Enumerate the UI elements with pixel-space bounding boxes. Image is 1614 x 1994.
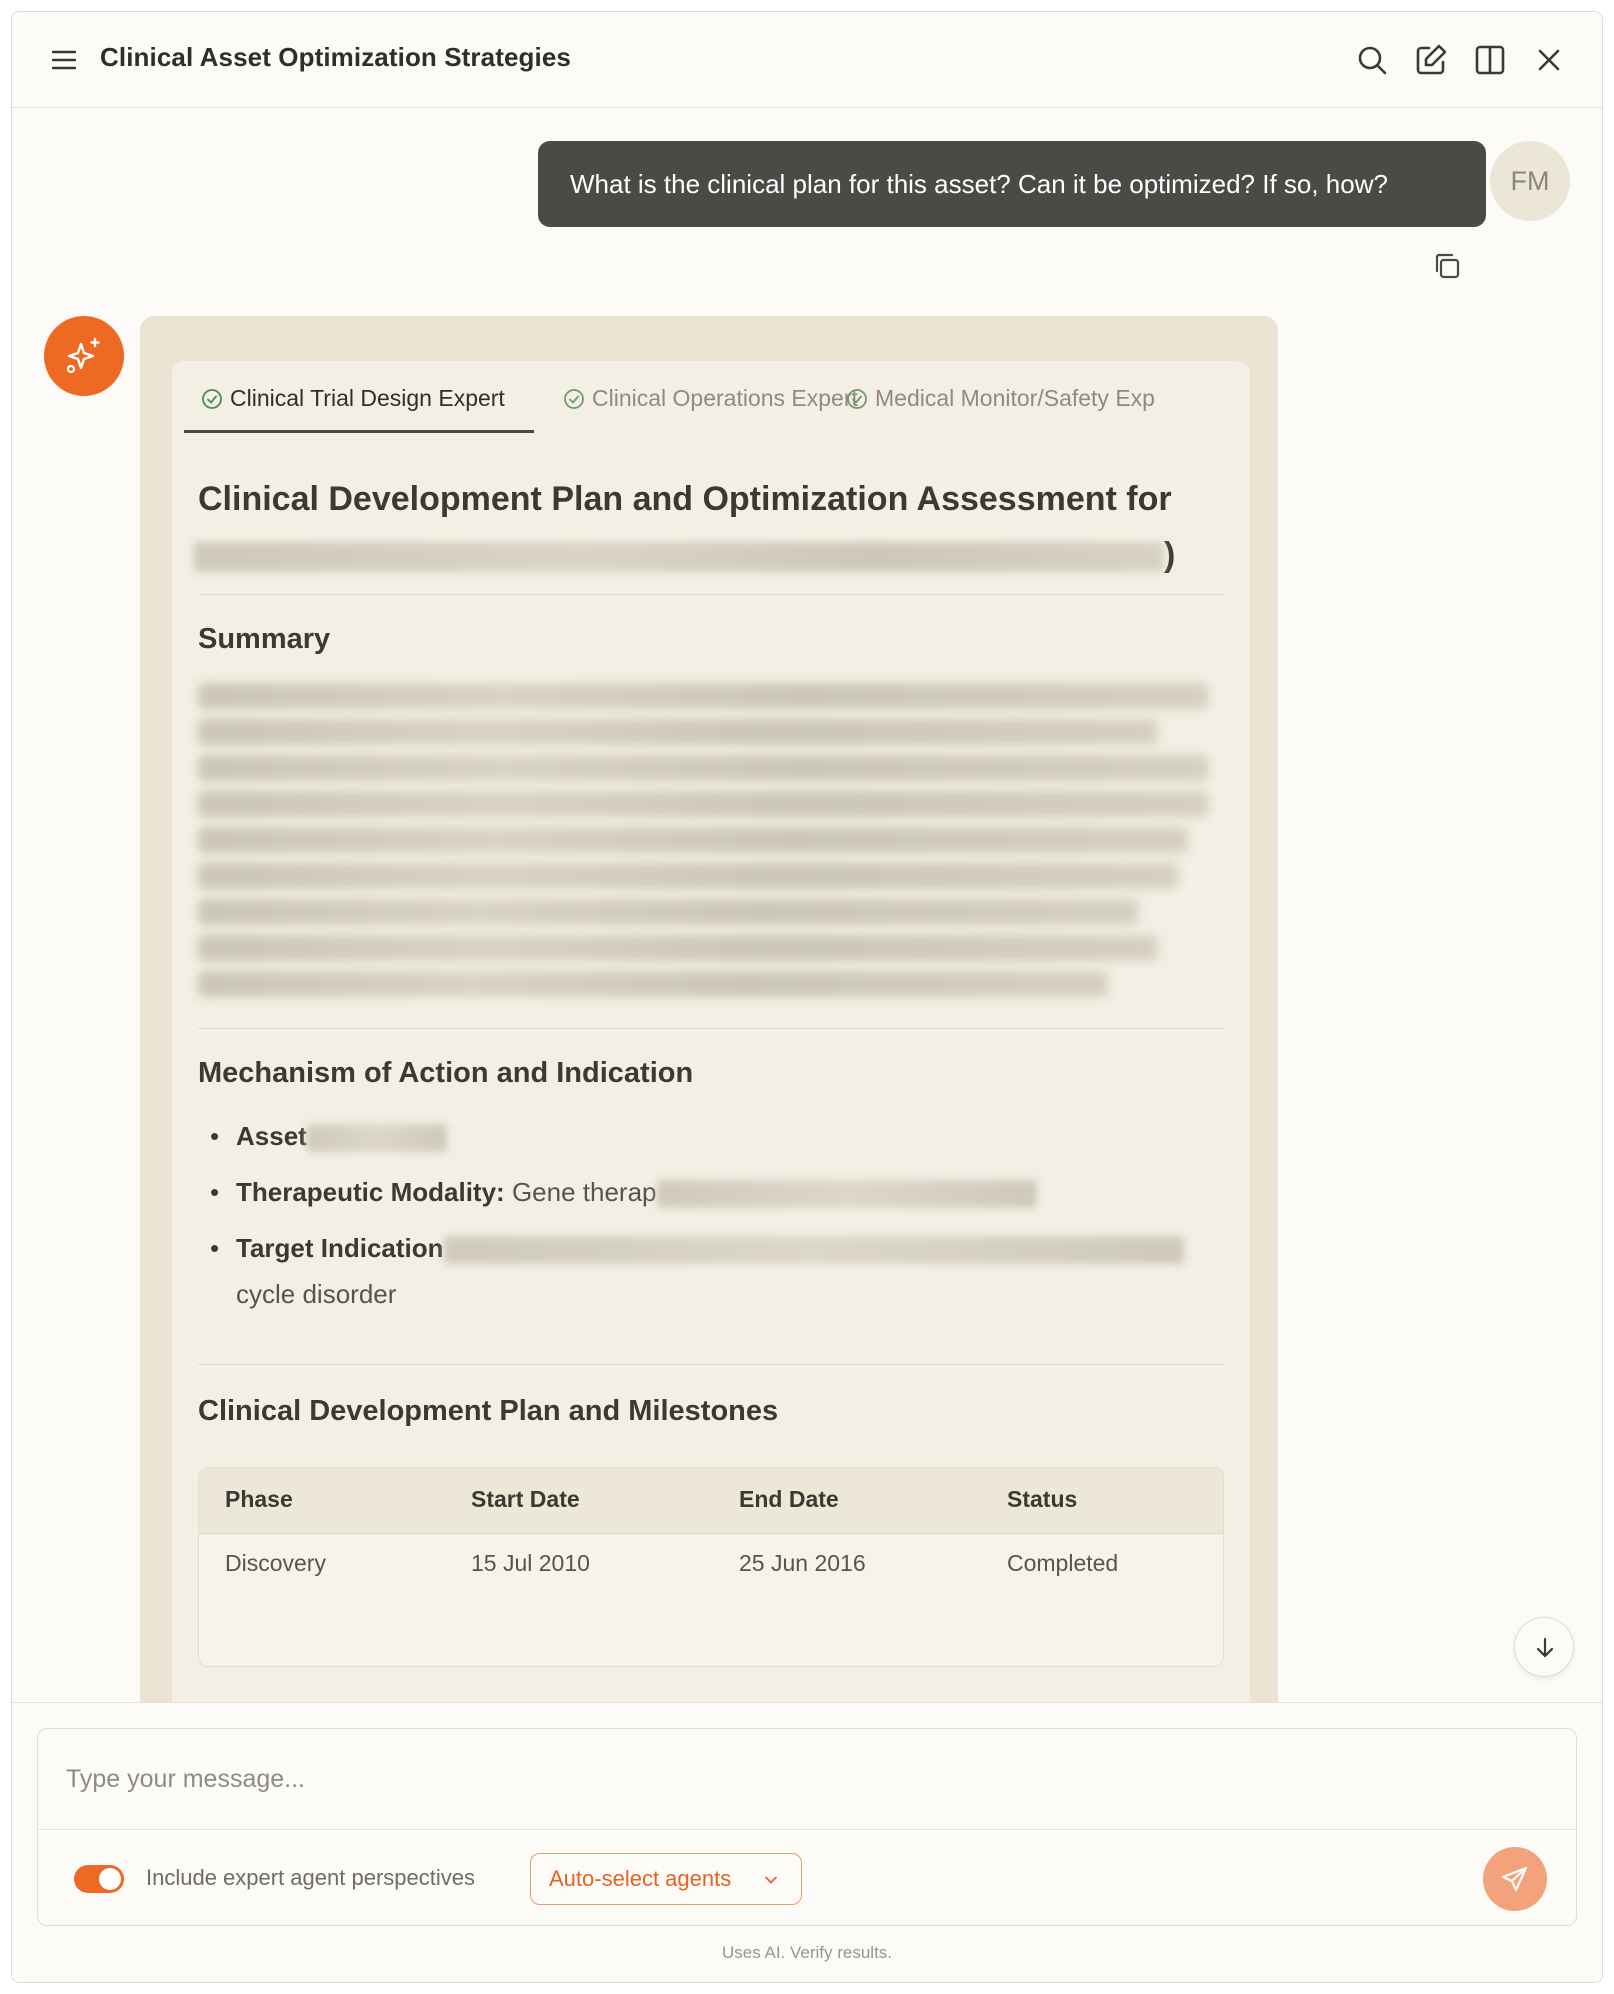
redacted-text: [194, 542, 1164, 573]
check-circle-icon: [847, 389, 867, 409]
split-view-icon[interactable]: [1472, 42, 1508, 78]
divider: [198, 594, 1224, 595]
expert-tabs: Clinical Trial Design Expert Clinical Op…: [184, 361, 1244, 433]
divider: [38, 1829, 1576, 1830]
toggle-label: Include expert agent perspectives: [146, 1865, 475, 1890]
divider: [198, 1364, 1224, 1365]
menu-icon[interactable]: [48, 44, 80, 76]
milestones-table: Phase Start Date End Date Status Discove…: [198, 1467, 1224, 1667]
summary-heading: Summary: [198, 623, 331, 655]
assistant-response: Clinical Trial Design Expert Clinical Op…: [140, 316, 1278, 1702]
message-input[interactable]: [38, 1729, 1576, 1829]
search-icon[interactable]: [1354, 42, 1390, 78]
send-icon: [1501, 1866, 1528, 1892]
send-button[interactable]: [1483, 1847, 1547, 1911]
app-window: Clinical Asset Optimization Strategies W…: [11, 11, 1603, 1983]
page-title: Clinical Asset Optimization Strategies: [100, 42, 571, 72]
assistant-avatar: [44, 316, 124, 396]
chevron-down-icon: [765, 1876, 777, 1884]
redacted-text: [306, 1124, 447, 1153]
top-bar: Clinical Asset Optimization Strategies: [12, 12, 1602, 108]
check-circle-icon: [202, 389, 222, 409]
arrow-down-icon: [1536, 1637, 1554, 1658]
close-icon[interactable]: [1531, 42, 1567, 78]
check-circle-icon: [564, 389, 584, 409]
document-title: Clinical Development Plan and Optimizati…: [194, 471, 1198, 583]
scroll-to-bottom-button[interactable]: [1514, 1617, 1574, 1677]
table-header: Phase Start Date End Date Status: [199, 1468, 1223, 1534]
edit-icon[interactable]: [1413, 42, 1449, 78]
divider: [198, 1028, 1224, 1029]
auto-select-agents-button[interactable]: Auto-select agents: [530, 1853, 802, 1905]
composer: Include expert agent perspectives Auto-s…: [12, 1702, 1602, 1982]
sparkles-icon: [66, 337, 100, 374]
copy-icon[interactable]: [1430, 249, 1464, 283]
response-document: Clinical Trial Design Expert Clinical Op…: [172, 361, 1250, 1702]
user-message: What is the clinical plan for this asset…: [538, 141, 1486, 227]
tab-clinical-trial-design[interactable]: Clinical Trial Design Expert: [184, 383, 534, 433]
redacted-text: [656, 1180, 1037, 1209]
tab-medical-monitor-safety[interactable]: Medical Monitor/Safety Exp: [829, 383, 1229, 433]
chat-thread[interactable]: What is the clinical plan for this asset…: [12, 109, 1602, 1702]
avatar: FM: [1490, 141, 1570, 221]
mechanism-heading: Mechanism of Action and Indication: [198, 1057, 694, 1089]
redacted-text: [443, 1236, 1184, 1265]
disclaimer: Uses AI. Verify results.: [721, 1943, 893, 1962]
expert-perspectives-toggle[interactable]: [74, 1865, 124, 1893]
composer-box: Include expert agent perspectives Auto-s…: [37, 1728, 1577, 1926]
plan-heading: Clinical Development Plan and Milestones: [198, 1395, 779, 1427]
